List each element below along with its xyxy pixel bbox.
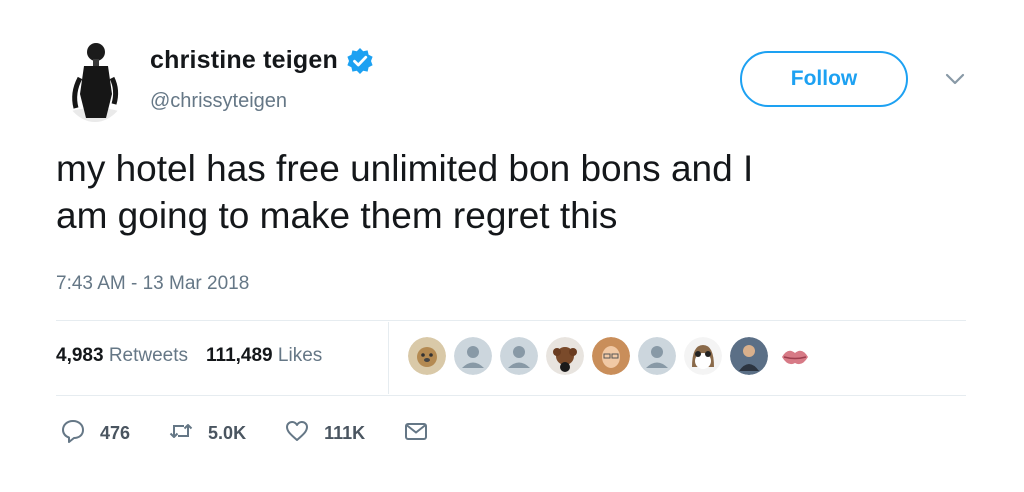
porg-avatar[interactable]	[684, 337, 722, 375]
likes-stat[interactable]: 111,489 Likes	[206, 345, 322, 367]
retweet-icon	[168, 418, 194, 449]
chevron-down-icon[interactable]	[944, 72, 966, 86]
lips-avatar[interactable]	[776, 337, 814, 375]
likes-count: 111,489	[206, 345, 273, 366]
engagement-stats: 4,983 Retweets 111,489 Likes	[56, 345, 322, 367]
default-avatar[interactable]	[500, 337, 538, 375]
tweet-timestamp[interactable]: 7:43 AM - 13 Mar 2018	[56, 273, 249, 295]
tweet-text: my hotel has free unlimited bon bons and…	[56, 148, 754, 236]
tweet-card: christine teigen @chrissyteigen Follow m…	[0, 0, 1024, 492]
likes-label: Likes	[277, 345, 323, 366]
divider	[56, 395, 966, 396]
likers-avatars	[408, 337, 822, 375]
retweet-button[interactable]: 5.0K	[168, 418, 246, 449]
envelope-icon	[403, 418, 429, 449]
default-avatar[interactable]	[638, 337, 676, 375]
heart-icon	[284, 418, 310, 449]
man-avatar[interactable]	[730, 337, 768, 375]
puppy-avatar[interactable]	[546, 337, 584, 375]
user-avatar[interactable]	[62, 38, 128, 122]
like-button[interactable]: 111K	[284, 418, 365, 449]
dog-avatar[interactable]	[408, 337, 446, 375]
divider	[56, 320, 966, 321]
retweets-label: Retweets	[108, 345, 189, 366]
retweet-count: 5.0K	[208, 423, 247, 443]
tweet-actions: 476 5.0K 111K	[60, 418, 467, 449]
reply-button[interactable]: 476	[60, 418, 130, 449]
verified-badge-icon	[346, 47, 374, 75]
stats-separator	[388, 322, 389, 394]
display-name[interactable]: christine teigen	[150, 46, 338, 75]
like-count: 111K	[324, 423, 366, 443]
reply-count: 476	[100, 423, 131, 443]
retweets-count: 4,983	[56, 345, 104, 366]
reply-icon	[60, 418, 86, 449]
woman-avatar[interactable]	[592, 337, 630, 375]
direct-message-button[interactable]	[403, 418, 429, 449]
default-avatar[interactable]	[454, 337, 492, 375]
user-handle[interactable]: @chrissyteigen	[150, 90, 287, 113]
follow-button[interactable]: Follow	[740, 51, 908, 107]
retweets-stat[interactable]: 4,983 Retweets	[56, 345, 188, 367]
